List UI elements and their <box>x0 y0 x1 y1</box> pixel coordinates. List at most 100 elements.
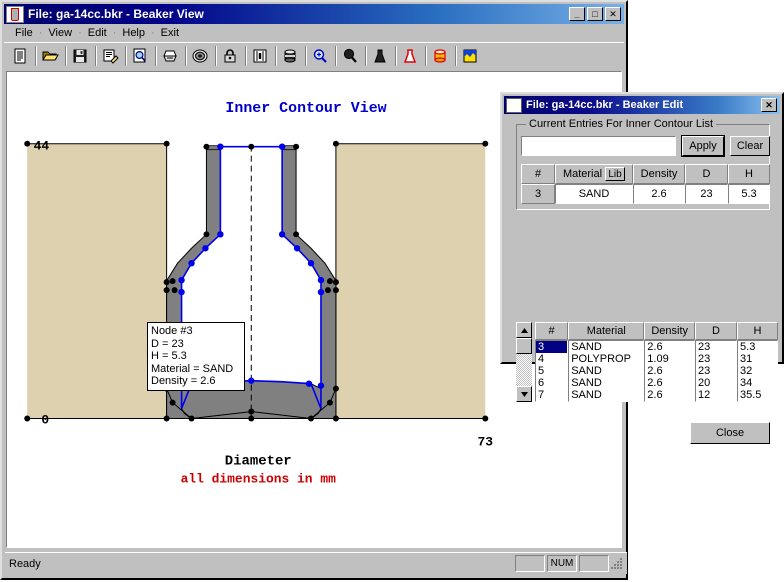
tooltip-line: Node #3 <box>151 325 193 337</box>
header-density: Density <box>633 164 685 184</box>
toolbar-cylinder-button[interactable] <box>278 44 302 68</box>
toolbar-measure-button[interactable] <box>248 44 272 68</box>
menu-edit[interactable]: Edit <box>82 26 113 40</box>
close-button[interactable]: ✕ <box>605 7 621 21</box>
list-header-num: # <box>535 322 569 340</box>
list-item[interactable]: 34 <box>738 377 777 389</box>
list-item[interactable]: 12 <box>696 389 736 401</box>
minimize-button[interactable]: _ <box>569 7 585 21</box>
toolbar-edit-button[interactable] <box>98 44 122 68</box>
toolbar-save-button[interactable] <box>68 44 92 68</box>
list-item[interactable]: 2.6 <box>645 389 694 401</box>
scroll-down-button[interactable] <box>516 386 532 402</box>
list-scrollbar[interactable] <box>516 322 532 402</box>
list-col-material[interactable]: SAND POLYPROP SAND SAND SAND <box>568 340 645 402</box>
dimensions-note: all dimensions in mm <box>181 471 337 486</box>
resize-grip-icon[interactable] <box>611 556 625 572</box>
header-material-label: Material <box>562 168 603 180</box>
list-item[interactable]: 35.5 <box>738 389 777 401</box>
list-item[interactable]: SAND <box>569 389 643 401</box>
lib-button[interactable]: Lib <box>605 167 626 181</box>
node-tooltip: Node #3 D = 23 H = 5.3 Material = SAND D… <box>147 322 245 391</box>
toolbar-lock-button[interactable] <box>218 44 242 68</box>
main-titlebar[interactable]: File: ga-14cc.bkr - Beaker View _ □ ✕ <box>4 4 624 24</box>
list-item[interactable]: 23 <box>696 365 736 377</box>
toolbar-flask-button[interactable] <box>398 44 422 68</box>
toolbar-graph-button[interactable] <box>458 44 482 68</box>
scrollbar-track[interactable] <box>516 338 532 386</box>
scroll-up-button[interactable] <box>516 322 532 338</box>
chevron-down-icon <box>520 391 528 397</box>
list-item[interactable]: 3 <box>536 341 568 353</box>
cell-density[interactable]: 2.6 <box>633 184 685 204</box>
toolbar-target-button[interactable] <box>188 44 212 68</box>
list-item[interactable]: SAND <box>569 341 643 353</box>
tooltip-line: Density = 2.6 <box>151 375 216 387</box>
y-axis-min-label: 0 <box>41 413 49 428</box>
menu-view[interactable]: View <box>42 26 78 40</box>
toolbar-beaker-button[interactable] <box>368 44 392 68</box>
main-window-title: File: ga-14cc.bkr - Beaker View <box>28 7 204 21</box>
scrollbar-thumb[interactable] <box>516 338 532 354</box>
toolbar-new-button[interactable] <box>8 44 32 68</box>
list-col-d[interactable]: 23 23 23 20 12 <box>695 340 738 402</box>
dialog-close-action-button[interactable]: Close <box>690 422 770 444</box>
cell-d[interactable]: 23 <box>685 184 728 204</box>
list-item[interactable]: 2.6 <box>645 365 694 377</box>
window-controls: _ □ ✕ <box>569 7 621 21</box>
list-col-h[interactable]: 5.3 31 32 34 35.5 <box>737 340 778 402</box>
list-item[interactable]: 5 <box>536 365 567 377</box>
list-item[interactable]: SAND <box>569 365 643 377</box>
list-item[interactable]: POLYPROP <box>569 353 643 365</box>
toolbar-container-button[interactable] <box>428 44 452 68</box>
list-header-density: Density <box>644 322 696 340</box>
tooltip-line: H = 5.3 <box>151 350 187 362</box>
list-item[interactable]: 23 <box>696 341 736 353</box>
list-item[interactable]: 2.6 <box>645 341 694 353</box>
cell-material[interactable]: SAND <box>555 184 633 204</box>
entries-group-label: Current Entries For Inner Contour List <box>526 118 717 130</box>
save-disk-icon <box>73 49 87 63</box>
list-item[interactable]: 5.3 <box>738 341 777 353</box>
maximize-button[interactable]: □ <box>587 7 603 21</box>
clear-button[interactable]: Clear <box>730 136 770 156</box>
list-item[interactable]: 32 <box>738 365 777 377</box>
list-item[interactable]: 7 <box>536 389 567 401</box>
toolbar-print-button[interactable] <box>158 44 182 68</box>
lock-icon <box>224 49 236 63</box>
menu-exit[interactable]: Exit <box>155 26 185 40</box>
dialog-titlebar[interactable]: File: ga-14cc.bkr - Beaker Edit ✕ <box>504 96 780 114</box>
list-item[interactable]: 23 <box>696 353 736 365</box>
current-entry-table: # Material Lib Density D H 3 SAND 2.6 23… <box>521 164 770 204</box>
header-h: H <box>728 164 770 184</box>
list-body[interactable]: 3 4 5 6 7 SAND POLYPROP SAND SAND SAND 2… <box>535 340 778 402</box>
header-num: # <box>521 164 555 184</box>
list-col-density[interactable]: 2.6 1.09 2.6 2.6 2.6 <box>644 340 696 402</box>
toolbar-zoom-in-button[interactable] <box>308 44 332 68</box>
list-item[interactable]: 4 <box>536 353 567 365</box>
list-header-d: D <box>695 322 738 340</box>
chevron-up-icon <box>520 327 528 333</box>
close-icon: ✕ <box>765 99 773 110</box>
dialog-close-button[interactable]: ✕ <box>761 98 777 112</box>
list-item[interactable]: 31 <box>738 353 777 365</box>
list-item[interactable]: 20 <box>696 377 736 389</box>
toolbar-print-preview-button[interactable] <box>128 44 152 68</box>
toolbar-zoom-button[interactable] <box>338 44 362 68</box>
status-message: Ready <box>9 557 41 570</box>
menu-help[interactable]: Help <box>116 26 151 40</box>
list-item[interactable]: 2.6 <box>645 377 694 389</box>
list-item[interactable]: 1.09 <box>645 353 694 365</box>
entry-input[interactable] <box>521 136 676 156</box>
cell-h[interactable]: 5.3 <box>728 184 770 204</box>
measure-icon <box>253 49 267 63</box>
apply-button[interactable]: Apply <box>681 135 725 157</box>
entry-table-row[interactable]: 3 SAND 2.6 23 5.3 <box>521 184 770 204</box>
list-col-num[interactable]: 3 4 5 6 7 <box>535 340 569 402</box>
list-item[interactable]: SAND <box>569 377 643 389</box>
beaker-icon <box>6 5 24 23</box>
toolbar-open-button[interactable] <box>38 44 62 68</box>
header-material: Material Lib <box>555 164 633 184</box>
menu-file[interactable]: File <box>9 26 39 40</box>
list-item[interactable]: 6 <box>536 377 567 389</box>
